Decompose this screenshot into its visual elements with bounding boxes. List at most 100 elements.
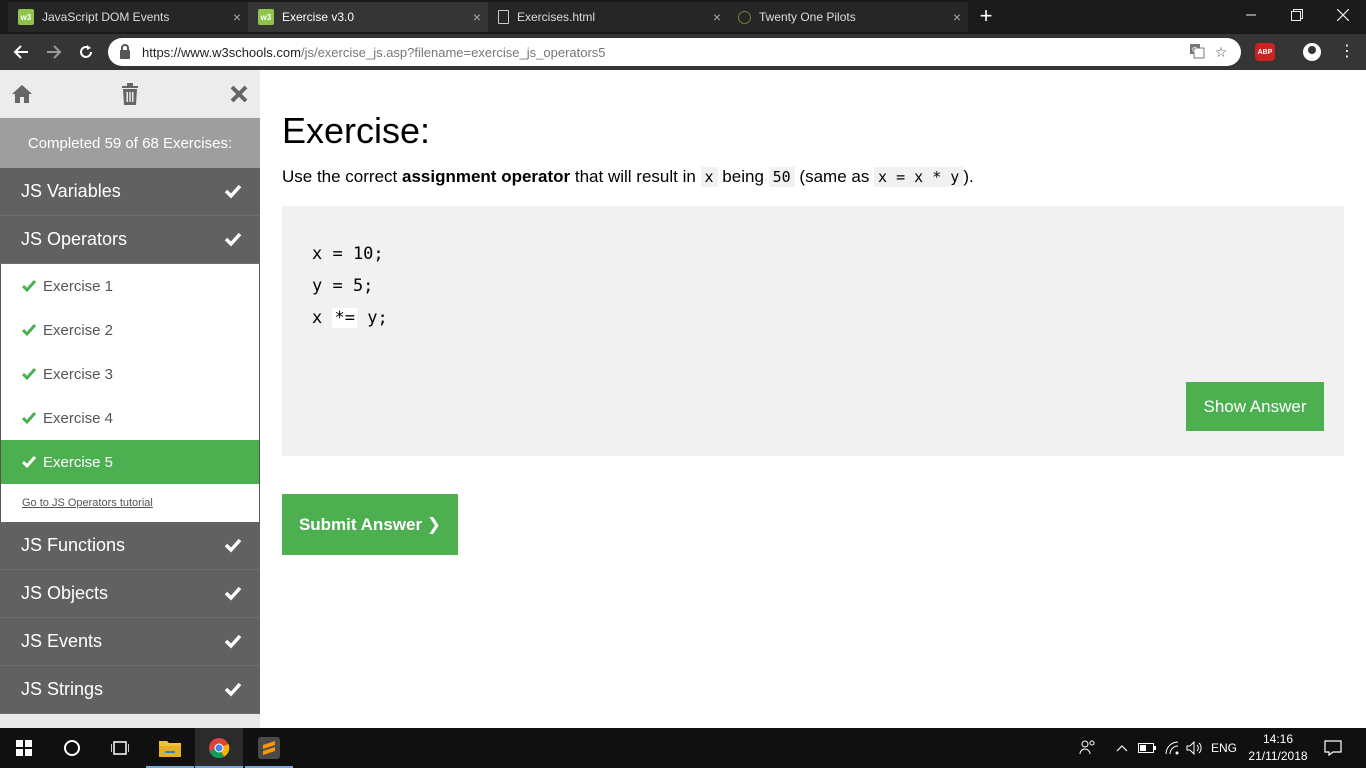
notification-center-icon[interactable]: [1320, 728, 1346, 768]
cortana-circle-icon: [64, 740, 80, 756]
category-label: JS Functions: [21, 535, 126, 555]
chrome-icon: [209, 738, 230, 759]
task-view-icon: [111, 741, 129, 755]
progress-banner: Completed 59 of 68 Exercises:: [0, 118, 260, 168]
sublime-text-button[interactable]: [245, 728, 293, 768]
category-label: JS Strings: [21, 679, 104, 699]
address-bar[interactable]: https://www.w3schools.com/js/exercise_js…: [108, 38, 1241, 66]
translate-icon[interactable]: G: [1185, 43, 1209, 62]
operators-exercise-list: Exercise 1 Exercise 2 Exercise 3 Exercis…: [0, 264, 260, 522]
show-answer-button[interactable]: Show Answer: [1186, 382, 1324, 431]
bookmark-star-icon[interactable]: ☆: [1209, 44, 1233, 61]
exercise-main: Exercise: Use the correct assignment ope…: [260, 70, 1366, 728]
tab-close-icon[interactable]: ×: [946, 9, 968, 25]
search-button[interactable]: [48, 728, 96, 768]
arrow-left-icon: [13, 45, 28, 59]
w3schools-icon: w3: [258, 9, 274, 25]
code-line: y = 5;: [312, 276, 374, 296]
sublime-text-icon: [258, 737, 280, 759]
browser-toolbar: https://www.w3schools.com/js/exercise_js…: [0, 34, 1366, 70]
browser-menu-icon[interactable]: ⋮: [1337, 42, 1357, 62]
clock-time: 14:16: [1262, 732, 1294, 746]
account-icon[interactable]: [1303, 43, 1321, 61]
sidebar-category-variables[interactable]: JS Variables: [0, 168, 260, 216]
tutorial-link[interactable]: Go to JS Operators tutorial: [1, 484, 259, 522]
sidebar-category-objects[interactable]: JS Objects: [0, 570, 260, 618]
exercise-item-4[interactable]: Exercise 4: [1, 396, 259, 440]
checkmark-icon: [224, 538, 242, 553]
wifi-icon[interactable]: [1162, 728, 1184, 768]
browser-tab[interactable]: w3 JavaScript DOM Events ×: [8, 2, 248, 32]
tab-close-icon[interactable]: ×: [226, 9, 248, 25]
tab-close-icon[interactable]: ×: [706, 9, 728, 25]
category-label: JS Objects: [21, 583, 109, 603]
lock-icon: [120, 43, 130, 59]
sidebar-toolbar: [0, 70, 260, 118]
code-panel: x = 10; y = 5; x *= y; Show Answer: [282, 206, 1344, 456]
tab-close-icon[interactable]: ×: [466, 9, 488, 25]
tab-title: Exercises.html: [517, 10, 596, 24]
category-label: JS Variables: [21, 181, 121, 201]
task-view-button[interactable]: [96, 728, 144, 768]
exercise-label: Exercise 4: [43, 409, 114, 427]
exercise-item-5-active[interactable]: Exercise 5: [1, 440, 259, 484]
arrow-right-icon: [47, 45, 62, 59]
minimize-button[interactable]: [1228, 0, 1274, 30]
chrome-taskbar-button[interactable]: [195, 728, 243, 768]
tab-title: JavaScript DOM Events: [42, 10, 170, 24]
tab-title: Exercise v3.0: [282, 10, 355, 24]
start-button[interactable]: [0, 728, 48, 768]
checkmark-icon: [224, 184, 242, 199]
checkmark-icon: [224, 634, 242, 649]
sidebar-category-events[interactable]: JS Events: [0, 618, 260, 666]
exercise-item-3[interactable]: Exercise 3: [1, 352, 259, 396]
checkmark-icon: [22, 412, 36, 425]
checkmark-icon: [22, 324, 36, 337]
submit-answer-button[interactable]: Submit Answer ❯: [282, 494, 458, 555]
new-tab-button[interactable]: +: [973, 5, 999, 29]
exercise-sidebar: Completed 59 of 68 Exercises: JS Variabl…: [0, 70, 260, 728]
windows-logo-icon: [16, 740, 32, 756]
checkmark-icon: [22, 368, 36, 381]
battery-icon[interactable]: [1136, 728, 1158, 768]
sidebar-category-operators[interactable]: JS Operators: [0, 216, 260, 264]
exercise-label: Exercise 5: [43, 453, 114, 471]
browser-tab[interactable]: Twenty One Pilots ×: [728, 2, 968, 32]
browser-tab-strip: w3 JavaScript DOM Events × w3 Exercise v…: [0, 0, 1366, 34]
exercise-label: Exercise 2: [43, 321, 114, 339]
trash-icon[interactable]: [118, 82, 142, 106]
forward-button[interactable]: [41, 40, 67, 64]
folder-icon: [159, 741, 181, 757]
people-icon[interactable]: [1076, 728, 1100, 768]
music-icon: [738, 10, 751, 24]
exercise-instruction: Use the correct assignment operator that…: [282, 167, 974, 187]
answer-input[interactable]: *=: [332, 308, 357, 328]
close-window-button[interactable]: [1320, 0, 1366, 30]
adblock-extension-button[interactable]: ABP: [1255, 43, 1275, 61]
w3schools-icon: w3: [18, 9, 34, 25]
sidebar-category-strings[interactable]: JS Strings: [0, 666, 260, 714]
sidebar-category-functions[interactable]: JS Functions: [0, 522, 260, 570]
svg-text:G: G: [1192, 46, 1197, 54]
language-indicator[interactable]: ENG: [1208, 728, 1240, 768]
back-button[interactable]: [8, 40, 34, 64]
volume-icon[interactable]: [1184, 728, 1206, 768]
windows-taskbar: ENG 14:16 21/11/2018: [0, 728, 1366, 768]
file-explorer-button[interactable]: [146, 728, 194, 768]
taskbar-clock[interactable]: 14:16 21/11/2018: [1240, 731, 1316, 765]
browser-tab[interactable]: Exercises.html ×: [488, 2, 728, 32]
home-icon[interactable]: [10, 82, 34, 106]
close-icon[interactable]: [227, 82, 251, 106]
maximize-button[interactable]: [1274, 0, 1320, 30]
minimize-icon: [1246, 14, 1256, 16]
close-icon: [1337, 9, 1349, 21]
exercise-item-2[interactable]: Exercise 2: [1, 308, 259, 352]
reload-button[interactable]: [73, 40, 99, 64]
chevron-up-icon[interactable]: [1112, 728, 1132, 768]
exercise-item-1[interactable]: Exercise 1: [1, 264, 259, 308]
browser-tab-active[interactable]: w3 Exercise v3.0 ×: [248, 2, 488, 32]
category-label: JS Events: [21, 631, 103, 651]
restore-icon: [1291, 9, 1303, 21]
page-title: Exercise:: [282, 110, 431, 151]
category-label: JS Operators: [21, 229, 128, 249]
